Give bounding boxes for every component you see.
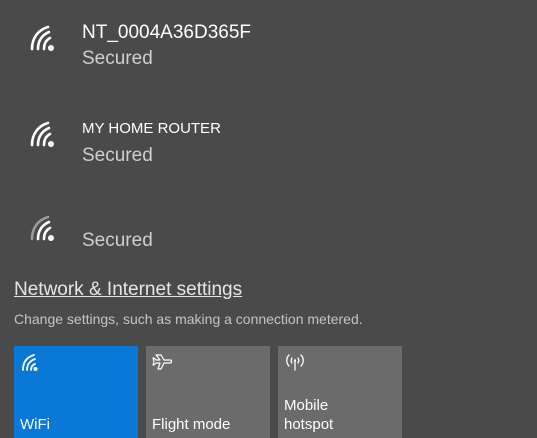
wifi-toggle-button[interactable]: WiFi (14, 346, 138, 438)
mobile-hotspot-icon (286, 354, 304, 371)
network-name: MY HOME ROUTER (82, 120, 221, 137)
wifi-signal-icon (30, 25, 54, 51)
tile-label: Mobile hotspot (284, 397, 334, 433)
network-list-item[interactable]: NT_0004A36D365F Secured (0, 0, 537, 80)
wifi-signal-icon (30, 121, 54, 147)
network-flyout: NT_0004A36D365F Secured MY HOME ROUTER S… (0, 0, 537, 438)
network-status: Secured (82, 145, 153, 166)
network-status: Secured (82, 48, 153, 69)
tile-label: WiFi (20, 416, 50, 433)
network-list-item[interactable]: Secured (0, 190, 537, 270)
network-internet-settings-link[interactable]: Network & Internet settings (14, 279, 242, 301)
network-name: NT_0004A36D365F (82, 22, 251, 43)
airplane-icon (152, 354, 173, 370)
flight-mode-toggle-button[interactable]: Flight mode (146, 346, 270, 438)
wifi-icon (22, 354, 38, 371)
tile-label: Flight mode (152, 416, 231, 433)
wifi-signal-icon (30, 215, 54, 241)
settings-description: Change settings, such as making a connec… (14, 311, 363, 327)
mobile-hotspot-toggle-button[interactable]: Mobile hotspot (278, 346, 402, 438)
network-list-item[interactable]: MY HOME ROUTER Secured (0, 100, 537, 180)
network-status: Secured (82, 230, 153, 251)
